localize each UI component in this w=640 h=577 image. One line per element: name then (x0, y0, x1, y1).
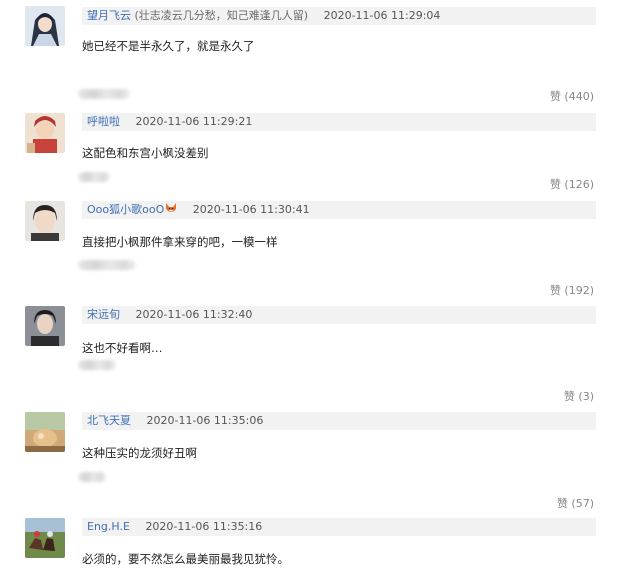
like-button[interactable]: 赞 (126) (550, 178, 594, 192)
comment-text: 她已经不是半永久了，就是永久了 (82, 39, 255, 53)
timestamp: 2020-11-06 11:29:04 (323, 9, 441, 22)
blurred-reply (78, 260, 136, 270)
comment-meta: 宋远旬 2020-11-06 11:32:40 (82, 306, 596, 324)
comment-meta: Ooo狐小歌ooO 2020-11-06 11:30:41 (82, 201, 596, 219)
blurred-reply (78, 172, 110, 182)
timestamp: 2020-11-06 11:30:41 (192, 203, 310, 216)
username[interactable]: 北飞天夏 (87, 414, 131, 427)
timestamp: 2020-11-06 11:35:06 (146, 414, 264, 427)
comment-text: 必须的，要不然怎么最美丽最我见犹怜。 (82, 552, 289, 566)
blurred-reply (78, 89, 130, 99)
username[interactable]: Eng.H.E (87, 520, 130, 533)
username[interactable]: 呼啦啦 (87, 115, 120, 128)
comment-text: 这种压实的龙须好丑啊 (82, 446, 197, 460)
username[interactable]: 宋远旬 (87, 308, 120, 321)
avatar[interactable] (25, 6, 65, 46)
timestamp: 2020-11-06 11:29:21 (135, 115, 253, 128)
comment-text: 直接把小枫那件拿来穿的吧，一模一样 (82, 235, 278, 249)
comment-meta: 呼啦啦 2020-11-06 11:29:21 (82, 113, 596, 131)
timestamp: 2020-11-06 11:32:40 (135, 308, 253, 321)
avatar[interactable] (25, 518, 65, 558)
comment-meta: 望月飞云 (壮志凌云几分愁，知己难逢几人留) 2020-11-06 11:29:… (82, 7, 596, 25)
comment-meta: 北飞天夏 2020-11-06 11:35:06 (82, 412, 596, 430)
like-button[interactable]: 赞 (440) (550, 90, 594, 104)
comment-meta: Eng.H.E 2020-11-06 11:35:16 (82, 518, 596, 536)
avatar[interactable] (25, 113, 65, 153)
comment-text: 这也不好看啊… (82, 341, 163, 355)
user-signature: (壮志凌云几分愁，知己难逢几人留) (134, 9, 309, 22)
comment-text: 这配色和东宫小枫没差别 (82, 146, 209, 160)
username[interactable]: Ooo狐小歌ooO (87, 203, 164, 216)
avatar[interactable] (25, 201, 65, 241)
avatar[interactable] (25, 306, 65, 346)
blurred-reply (78, 472, 106, 482)
timestamp: 2020-11-06 11:35:16 (145, 520, 263, 533)
like-button[interactable]: 赞 (192) (550, 284, 594, 298)
username[interactable]: 望月飞云 (87, 9, 131, 22)
fox-emoji-icon (165, 202, 177, 219)
like-button[interactable]: 赞 (57) (557, 497, 594, 511)
avatar[interactable] (25, 412, 65, 452)
blurred-reply (78, 360, 116, 370)
like-button[interactable]: 赞 (3) (564, 390, 594, 404)
